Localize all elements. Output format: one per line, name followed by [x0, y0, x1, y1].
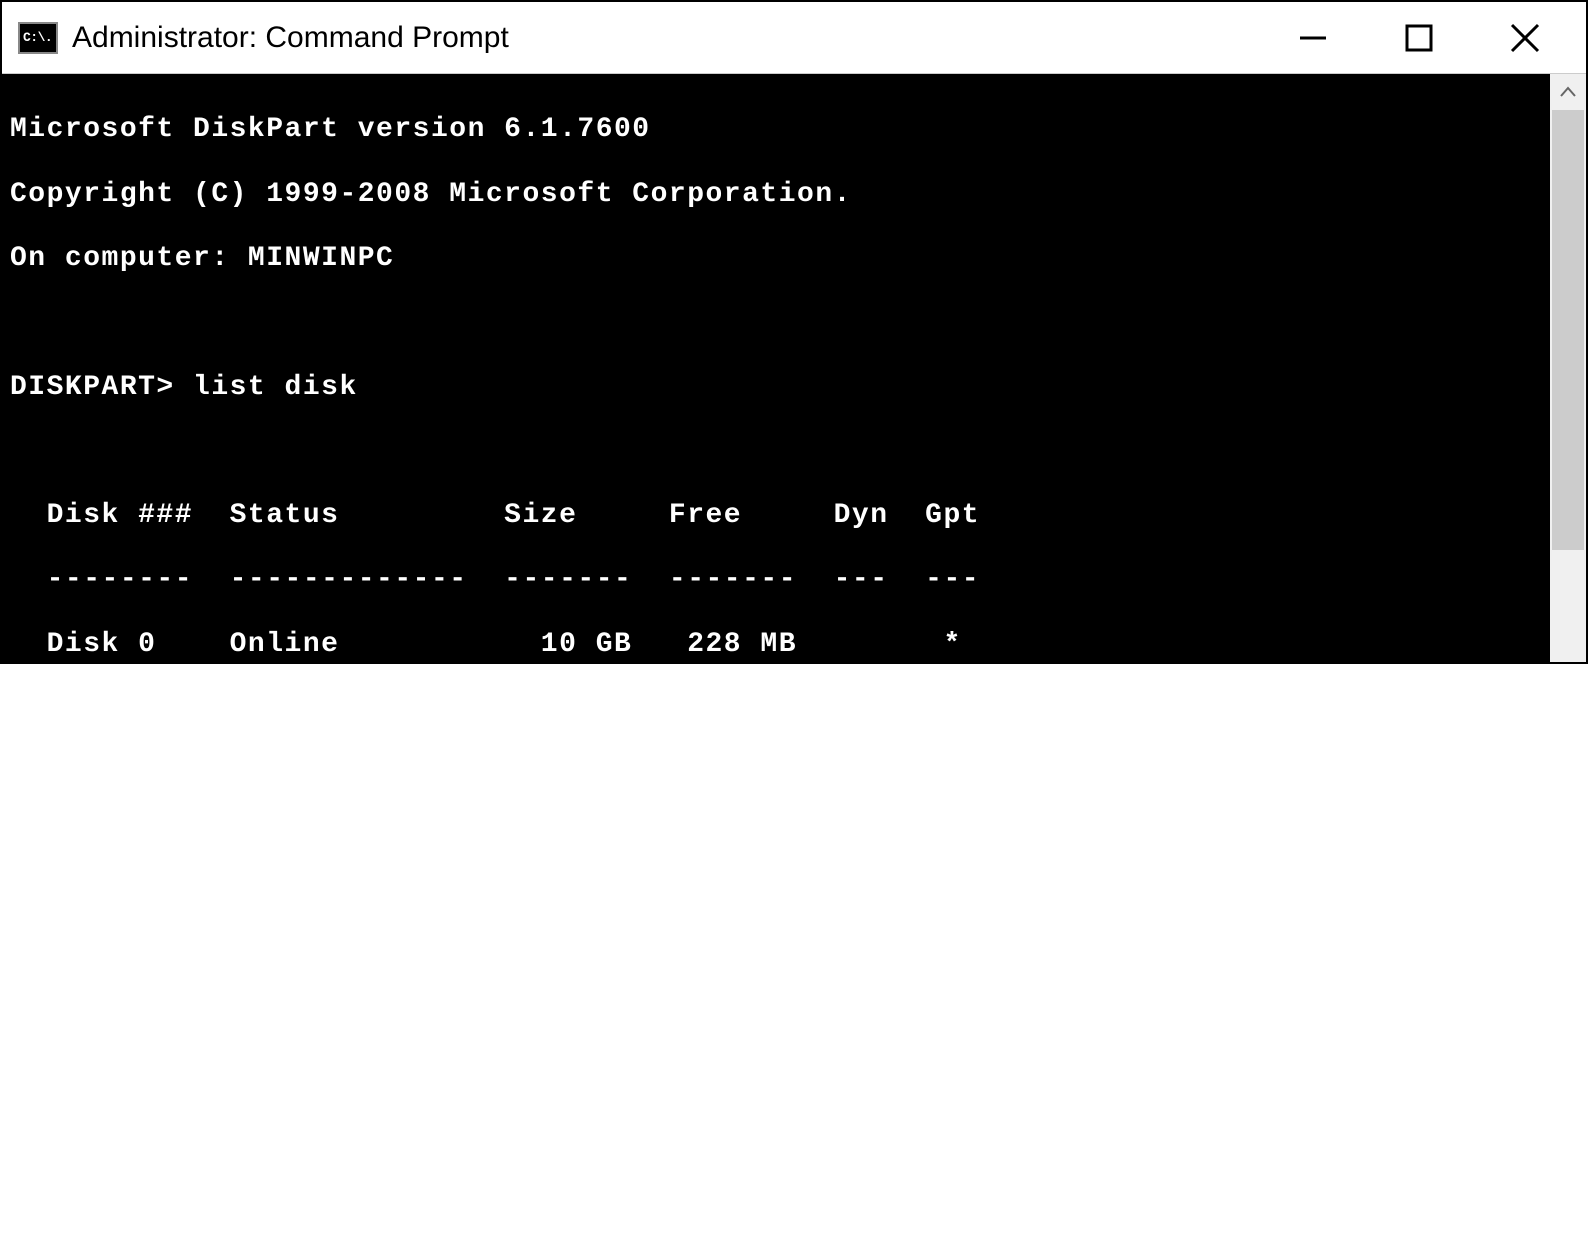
close-button[interactable] — [1502, 15, 1548, 61]
terminal-output[interactable]: Microsoft DiskPart version 6.1.7600 Copy… — [2, 74, 1550, 662]
window-title: Administrator: Command Prompt — [72, 21, 1290, 55]
table-row: Disk 0 Online 10 GB 228 MB * — [10, 629, 1546, 661]
table-divider: -------- ------------- ------- ------- -… — [10, 564, 1546, 596]
terminal-line: Microsoft DiskPart version 6.1.7600 — [10, 114, 1546, 146]
terminal-prompt-line: DISKPART> create partition efi size=100 — [10, 1015, 1546, 1047]
terminal-prompt-line: DISKPART> list disk — [10, 372, 1546, 404]
window-controls — [1290, 15, 1578, 61]
terminal-blank-line — [10, 950, 1546, 982]
terminal-blank-line — [10, 436, 1546, 468]
scroll-up-arrow-icon[interactable] — [1550, 74, 1586, 110]
terminal-line: On computer: MINWINPC — [10, 243, 1546, 275]
terminal-line: DiskPart succeeded in creating the speci… — [10, 1143, 1546, 1175]
scroll-thumb[interactable] — [1552, 110, 1584, 550]
scrollbar[interactable] — [1550, 74, 1586, 662]
terminal-line: Copyright (C) 1999-2008 Microsoft Corpor… — [10, 179, 1546, 211]
app-icon: C:\. — [18, 22, 58, 54]
minimize-button[interactable] — [1290, 15, 1336, 61]
maximize-button[interactable] — [1396, 15, 1442, 61]
terminal-blank-line — [10, 693, 1546, 725]
terminal-blank-line — [10, 307, 1546, 339]
terminal-line: Disk 0 is now the selected disk. — [10, 886, 1546, 918]
app-icon-text: C:\. — [23, 30, 52, 45]
terminal-prompt-line: DISKPART> select disk 0 — [10, 757, 1546, 789]
terminal-blank-line — [10, 1079, 1546, 1111]
titlebar: C:\. Administrator: Command Prompt — [2, 2, 1586, 74]
table-header: Disk ### Status Size Free Dyn Gpt — [10, 500, 1546, 532]
terminal-blank-line — [10, 822, 1546, 854]
terminal-area: Microsoft DiskPart version 6.1.7600 Copy… — [2, 74, 1586, 662]
